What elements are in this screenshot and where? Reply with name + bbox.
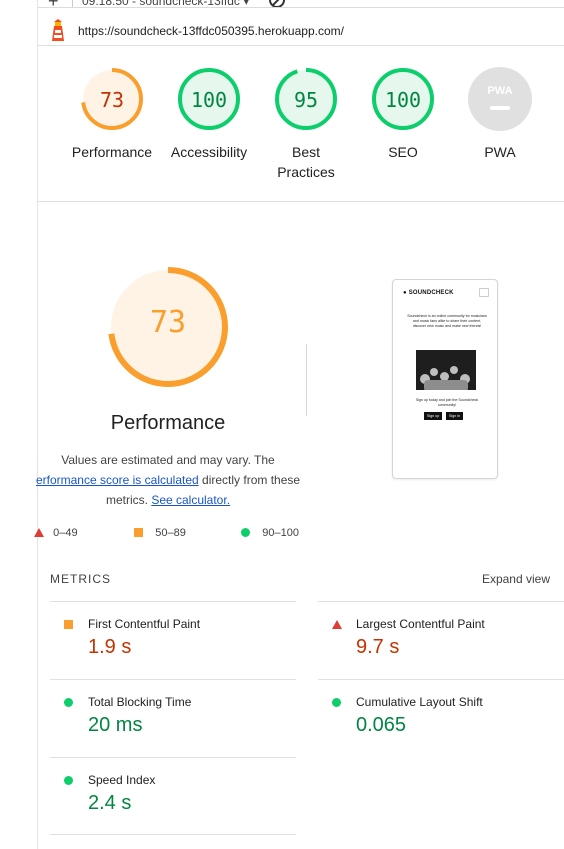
gauge-accessibility-label: Accessibility	[170, 144, 248, 160]
screenshot-brand: ● SOUNDCHECK	[403, 290, 454, 296]
gauge-seo-score: 100	[384, 88, 422, 112]
screenshot-signup-button: Sign up	[424, 412, 443, 420]
legend-fail: 0–49	[34, 527, 78, 539]
gauge-performance[interactable]: 73 Performance	[62, 66, 162, 162]
gauge-best-practices-label: Best Practices	[277, 144, 335, 180]
square-icon	[134, 528, 143, 537]
new-report-icon[interactable]: +	[48, 0, 59, 7]
metric-largest-contentful-paint: Largest Contentful Paint 9.7 s	[318, 606, 558, 684]
screenshot-menu-icon	[479, 288, 489, 297]
page-screenshot-thumbnail[interactable]: ● SOUNDCHECK Soundcheck is an online com…	[392, 279, 498, 479]
pwa-badge-icon: PWA	[468, 67, 532, 131]
screenshot-signin-button: Sign in	[446, 412, 463, 420]
devtools-left-rail	[0, 0, 38, 849]
metric-divider	[50, 834, 296, 835]
gauge-seo-label: SEO	[388, 144, 418, 160]
metric-speed-index: Speed Index 2.4 s	[50, 762, 290, 840]
gauge-accessibility[interactable]: 100 Accessibility	[159, 66, 259, 162]
pass-circle-icon	[64, 698, 73, 707]
metric-cumulative-layout-shift: Cumulative Layout Shift 0.065	[318, 684, 558, 762]
section-divider	[38, 201, 564, 202]
lighthouse-icon	[52, 19, 64, 41]
gauge-performance-label: Performance	[71, 144, 153, 160]
gauge-performance-score: 73	[99, 88, 125, 112]
screenshot-crowd-photo	[416, 350, 476, 390]
legend-average: 50–89	[134, 527, 186, 539]
gauge-best-practices-score: 95	[293, 88, 319, 112]
performance-score-large: 73	[149, 305, 187, 340]
report-toolbar: + 09:18:50 - soundcheck-13ffdc ▾	[38, 0, 564, 8]
triangle-icon	[34, 528, 44, 537]
score-legend: 0–49 50–89 90–100	[30, 527, 310, 543]
average-square-icon	[64, 620, 73, 629]
see-calculator-link[interactable]: See calculator.	[151, 493, 230, 507]
performance-title: Performance	[110, 412, 226, 434]
metric-divider	[50, 679, 296, 680]
gauge-accessibility-score: 100	[190, 88, 228, 112]
screenshot-tagline: Soundcheck is an online community for mu…	[407, 314, 487, 328]
pass-circle-icon	[332, 698, 341, 707]
score-disclaimer: Values are estimated and may vary. The e…	[35, 453, 301, 507]
gauge-pwa[interactable]: PWA PWA	[450, 66, 550, 162]
legend-pass: 90–100	[241, 527, 299, 539]
circle-icon	[241, 528, 250, 537]
metric-divider	[50, 757, 296, 758]
expand-view-toggle[interactable]: Expand view	[482, 572, 550, 586]
fail-triangle-icon	[332, 620, 342, 629]
metric-total-blocking-time: Total Blocking Time 20 ms	[50, 684, 290, 762]
gauge-pwa-label: PWA	[484, 144, 516, 160]
metric-divider	[50, 601, 296, 602]
screenshot-cta: Sign up today and join the Soundcheck co…	[415, 398, 479, 407]
screenshot-divider	[306, 344, 307, 416]
audited-url[interactable]: https://soundcheck-13ffdc050395.herokuap…	[78, 24, 344, 38]
metrics-heading: METRICS	[50, 572, 111, 586]
gauge-best-practices[interactable]: 95 Best Practices	[256, 66, 356, 182]
pass-circle-icon	[64, 776, 73, 785]
clear-icon[interactable]	[269, 0, 285, 7]
toolbar-divider	[72, 0, 73, 7]
performance-score-link[interactable]: erformance score is calculated	[36, 473, 199, 487]
gauge-seo[interactable]: 100 SEO	[353, 66, 453, 162]
metric-divider	[318, 601, 564, 602]
report-session-select[interactable]: 09:18:50 - soundcheck-13ffdc ▾	[82, 0, 249, 7]
pwa-badge-text: PWA	[487, 85, 512, 97]
metric-divider	[318, 679, 564, 680]
url-bar: https://soundcheck-13ffdc050395.herokuap…	[38, 14, 564, 46]
metric-first-contentful-paint: First Contentful Paint 1.9 s	[50, 606, 290, 684]
category-gauges: 73 Performance 100 Accessibility 95 Best…	[38, 60, 564, 190]
